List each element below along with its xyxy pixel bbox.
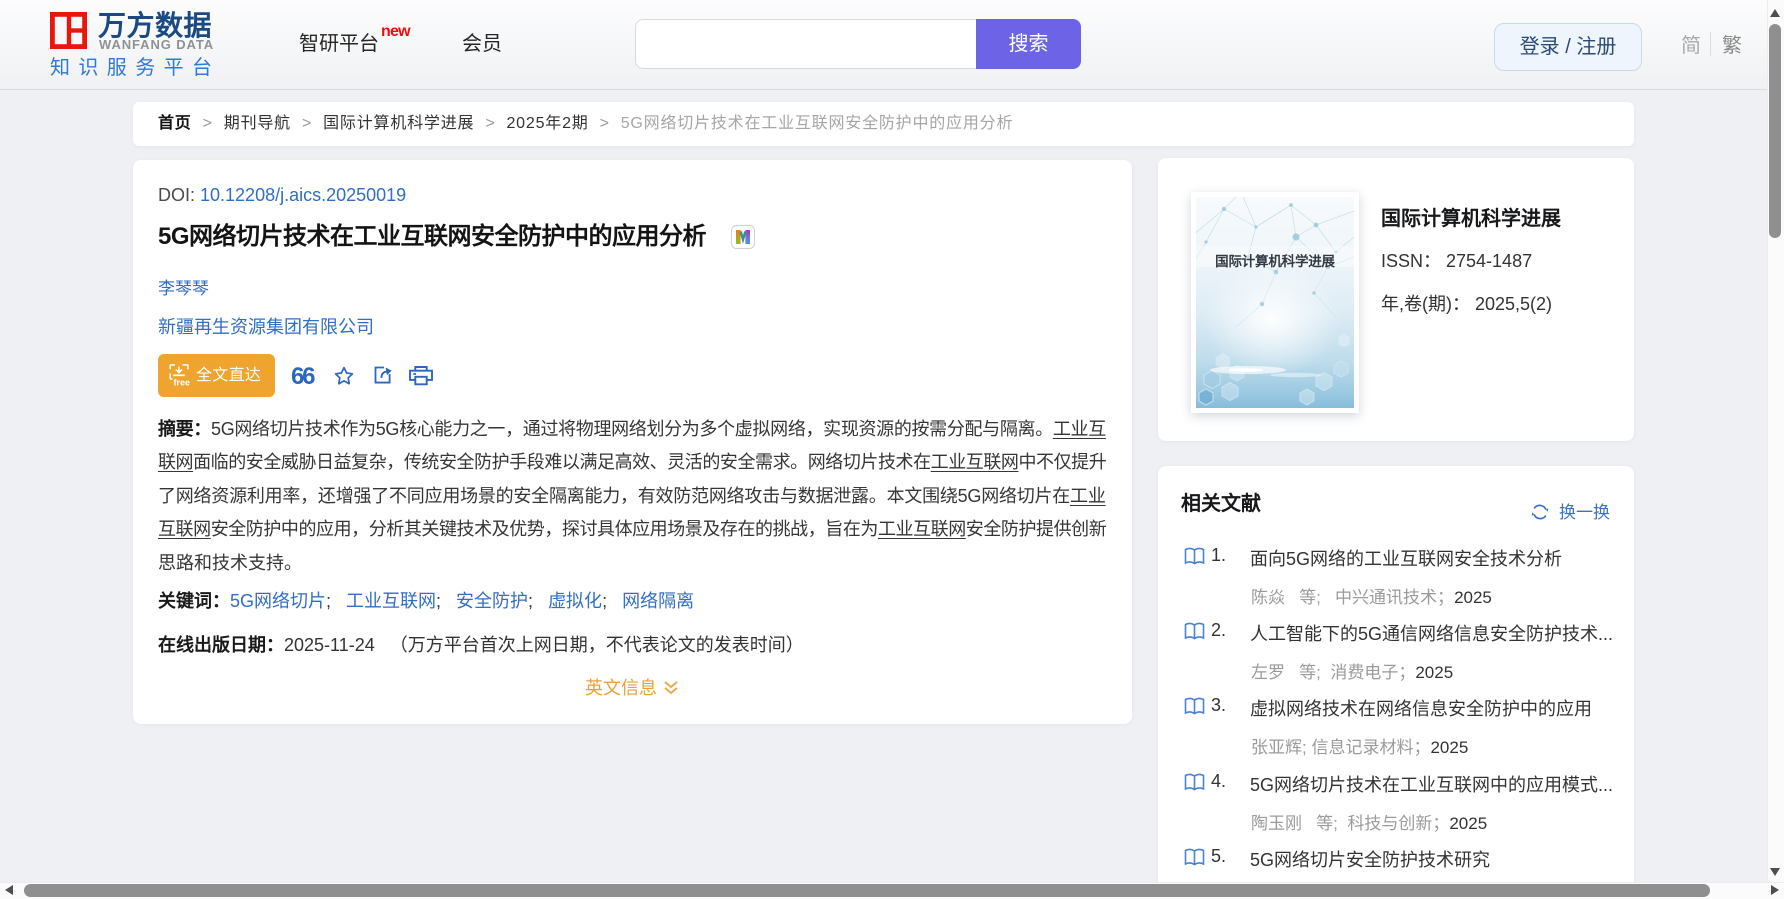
- svg-text:free: free: [174, 378, 191, 388]
